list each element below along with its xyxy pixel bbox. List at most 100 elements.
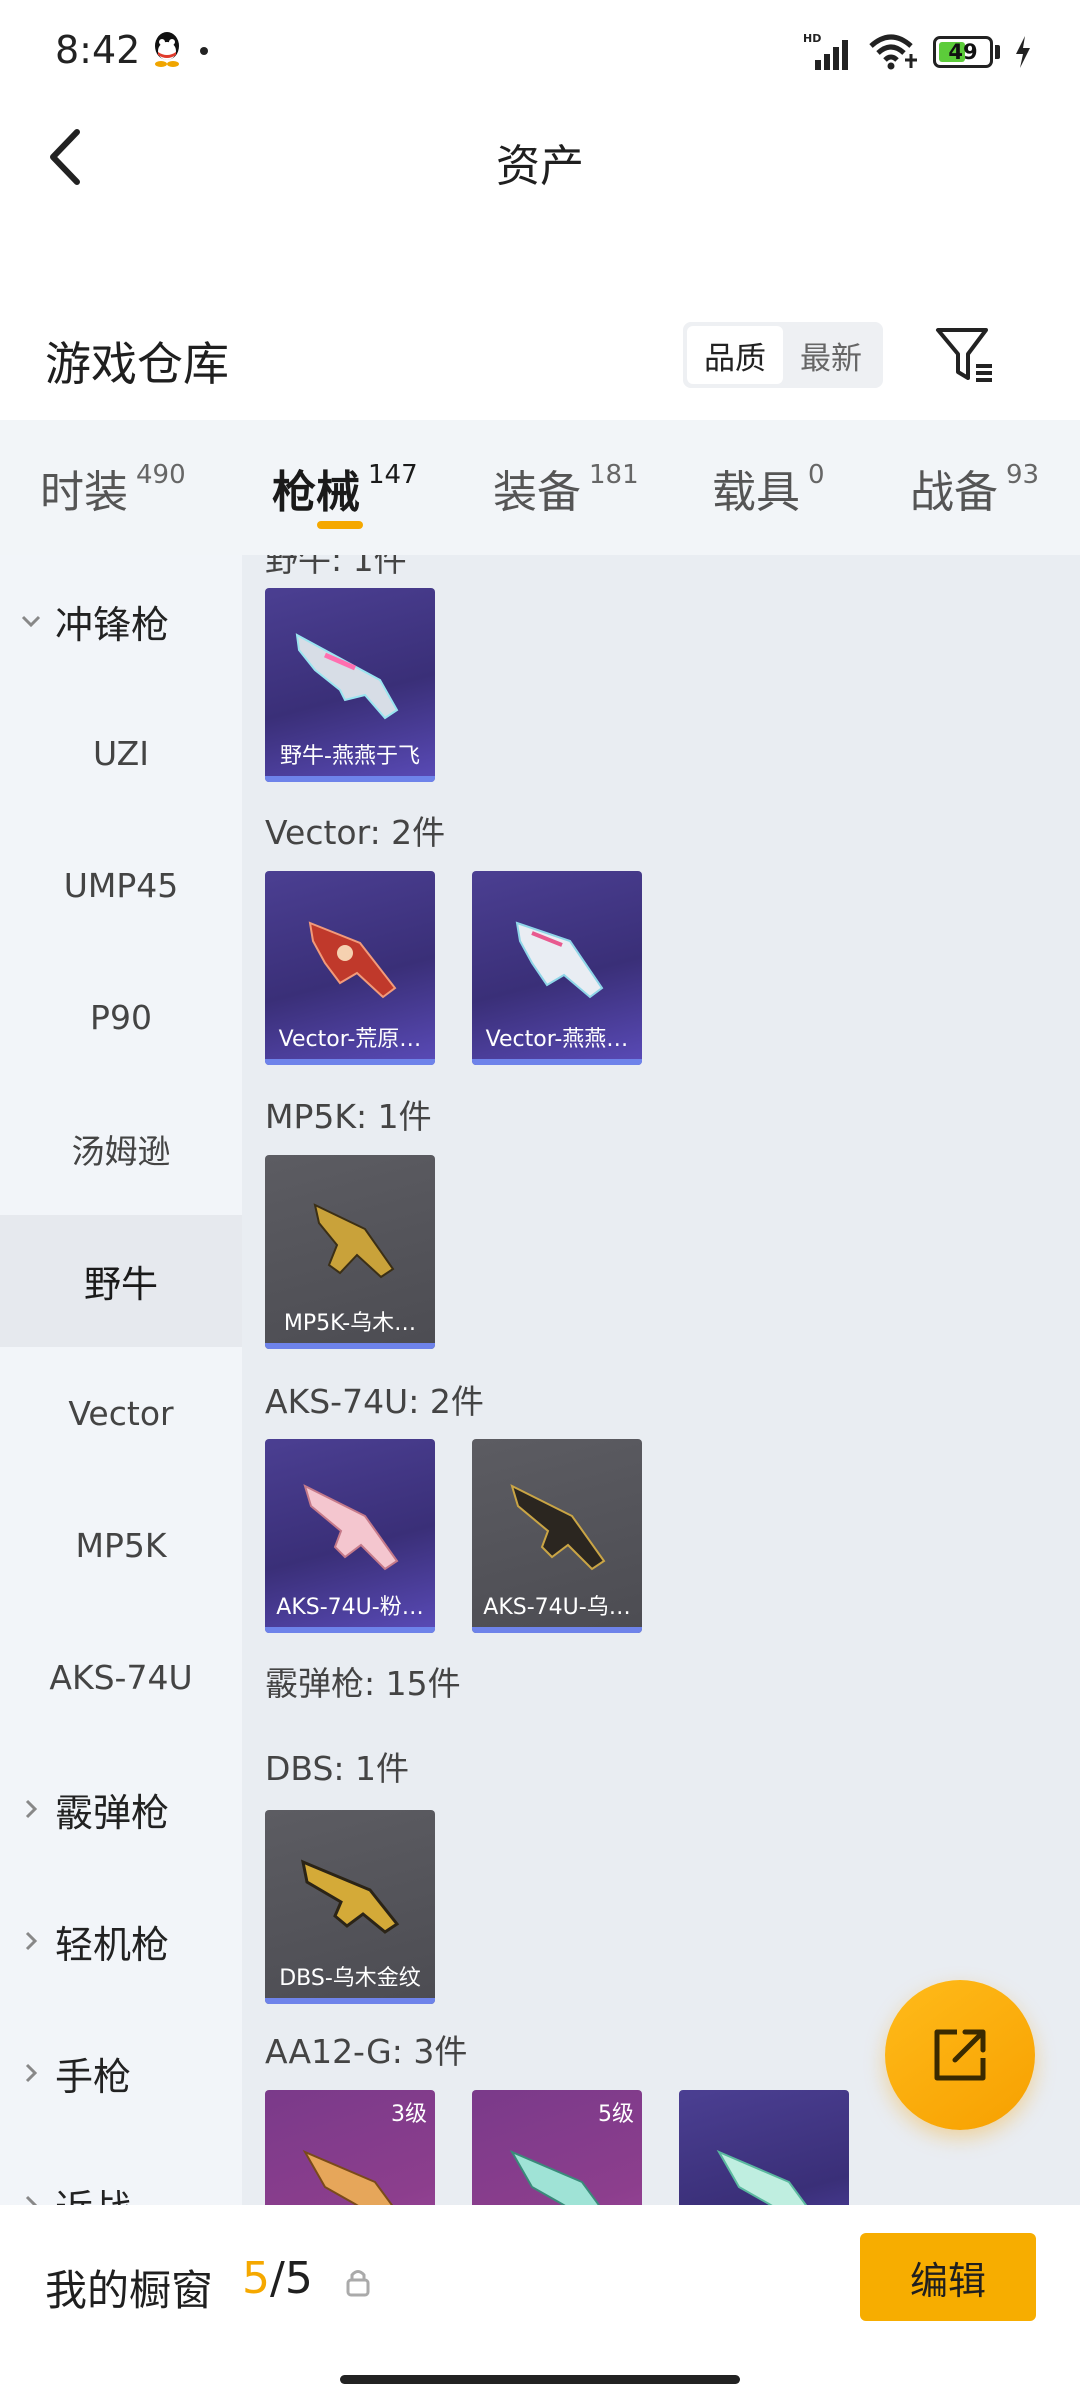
- weapon-card[interactable]: Vector-荒原…: [265, 871, 435, 1065]
- card-name: Vector-燕燕…: [485, 1027, 629, 1052]
- weapon-card[interactable]: MP5K-乌木…: [265, 1155, 435, 1349]
- tab-label: 载具: [712, 467, 800, 518]
- sidebar-group-label: 霰弹枪: [55, 1790, 170, 1835]
- tab-count: 0: [808, 460, 825, 490]
- weapon-card[interactable]: DBS-乌木金纹: [265, 1810, 435, 2004]
- page-title: 资产: [496, 141, 584, 192]
- weapon-card[interactable]: 5级: [472, 2090, 642, 2205]
- tab-supplies[interactable]: 战备 93: [910, 456, 1039, 520]
- nav-bar: 资产: [0, 100, 1080, 215]
- sidebar-group-label: 冲锋枪: [55, 602, 170, 647]
- tab-label: 战备: [910, 467, 998, 518]
- sidebar-item-thompson[interactable]: 汤姆逊: [0, 1083, 242, 1215]
- chevron-right-icon: [25, 1799, 38, 1819]
- share-button[interactable]: [885, 1980, 1035, 2130]
- svg-text:HD: HD: [803, 32, 821, 45]
- signal-icon: HD: [803, 32, 848, 70]
- status-icons: HD 49: [803, 30, 1032, 74]
- edit-button[interactable]: 编辑: [860, 2233, 1036, 2321]
- sort-newest-button[interactable]: 最新: [783, 326, 879, 384]
- gun-image: [313, 1203, 395, 1279]
- group-label-vector: Vector: 2件: [265, 813, 446, 852]
- card-rarity-bar: [472, 1059, 642, 1065]
- sidebar-group-shotgun[interactable]: 霰弹枪: [0, 1743, 242, 1875]
- battery-icon: 49: [933, 36, 993, 68]
- group-label-aa12g: AA12-G: 3件: [265, 2032, 468, 2071]
- tab-label: 装备: [493, 467, 581, 518]
- sidebar-group-melee[interactable]: 近战: [0, 2139, 242, 2205]
- card-rarity-bar: [265, 1998, 435, 2004]
- share-icon: [934, 2029, 986, 2081]
- sidebar-item-mp5k[interactable]: MP5K: [0, 1479, 242, 1611]
- battery-level: 49: [948, 40, 978, 64]
- card-rarity-bar: [265, 1627, 435, 1633]
- showcase-label: 我的橱窗: [45, 2266, 214, 2315]
- tab-count: 147: [368, 460, 418, 490]
- notification-dot: [200, 47, 208, 55]
- card-name: Vector-荒原…: [278, 1027, 422, 1052]
- filter-icon[interactable]: [930, 320, 1000, 390]
- wifi-icon: [869, 34, 917, 70]
- weapon-card[interactable]: [679, 2090, 849, 2205]
- showcase-bar: 我的橱窗 5/5 编辑: [0, 2205, 1080, 2400]
- chevron-right-icon: [25, 1931, 38, 1951]
- chevron-right-icon: [25, 2063, 38, 2083]
- gun-image: [509, 2149, 601, 2205]
- sidebar-group-lmg[interactable]: 轻机枪: [0, 1875, 242, 2007]
- card-rarity-bar: [265, 776, 435, 782]
- card-rarity-bar: [472, 1627, 642, 1633]
- weapon-card[interactable]: Vector-燕燕…: [472, 871, 642, 1065]
- section-title: 游戏仓库: [45, 337, 229, 391]
- group-label-mp5k: MP5K: 1件: [265, 1097, 432, 1136]
- lock-icon: [346, 2270, 370, 2297]
- chevron-down-icon: [21, 615, 41, 628]
- qq-icon: [155, 32, 179, 67]
- tab-fashion[interactable]: 时装 490: [40, 456, 186, 520]
- card-rarity-bar: [265, 1059, 435, 1065]
- weapon-card[interactable]: AKS-74U-粉…: [265, 1439, 435, 1633]
- card-name: MP5K-乌木…: [283, 1311, 417, 1336]
- sidebar-item-aks74u[interactable]: AKS-74U: [0, 1611, 242, 1743]
- sidebar-item-ump45[interactable]: UMP45: [0, 819, 242, 951]
- tab-label: 时装: [40, 467, 128, 518]
- sidebar-group-label: 近战: [55, 2178, 131, 2206]
- showcase-total: /5: [270, 2253, 313, 2304]
- showcase-current: 5: [242, 2253, 270, 2304]
- gun-image: [510, 1484, 606, 1571]
- gun-image: [295, 633, 399, 720]
- showcase-count: 5/5: [242, 2253, 313, 2304]
- sidebar-item-p90[interactable]: P90: [0, 951, 242, 1083]
- sidebar-group-smg[interactable]: 冲锋枪: [0, 555, 242, 687]
- tab-label: 枪械: [272, 467, 360, 518]
- weapon-grid: 野牛: 1件 野牛-燕燕于飞 Vector: 2件 Vector-荒原… Vec…: [242, 555, 1080, 2205]
- group-label-dbs: DBS: 1件: [265, 1749, 410, 1788]
- group-label-aks74u: AKS-74U: 2件: [265, 1382, 484, 1421]
- sidebar-item-bison[interactable]: 野牛: [0, 1215, 242, 1347]
- card-name: AKS-74U-乌…: [483, 1595, 631, 1620]
- active-tab-indicator: [317, 521, 363, 529]
- battery-cap: [995, 45, 1000, 59]
- sidebar-group-label: 手枪: [55, 2054, 132, 2099]
- sidebar-group-pistol[interactable]: 手枪: [0, 2007, 242, 2139]
- sidebar-group-label: 轻机枪: [55, 1922, 170, 1967]
- card-name: 野牛-燕燕于飞: [280, 744, 420, 769]
- gun-image: [300, 1859, 400, 1934]
- card-name: DBS-乌木金纹: [279, 1966, 421, 1991]
- tab-equipment[interactable]: 装备 181: [493, 456, 639, 520]
- sidebar-item-vector[interactable]: Vector: [0, 1347, 242, 1479]
- status-time: 8:42: [55, 28, 141, 72]
- sort-quality-button[interactable]: 品质: [687, 326, 783, 384]
- gun-image: [515, 921, 604, 999]
- weapon-card[interactable]: AKS-74U-乌…: [472, 1439, 642, 1633]
- gun-image: [302, 2149, 394, 2205]
- sidebar-item-uzi[interactable]: UZI: [0, 687, 242, 819]
- weapon-card[interactable]: 3级: [265, 2090, 435, 2205]
- warehouse-header: 游戏仓库 品质 最新: [0, 300, 1080, 420]
- weapon-card[interactable]: 野牛-燕燕于飞: [265, 588, 435, 782]
- tab-guns[interactable]: 枪械 147: [272, 456, 418, 520]
- tab-count: 181: [589, 460, 639, 490]
- status-bar: 8:42 HD 49: [0, 0, 1080, 100]
- home-indicator[interactable]: [340, 2375, 740, 2384]
- tab-vehicles[interactable]: 载具 0: [712, 456, 825, 520]
- tab-count: 93: [1006, 460, 1040, 490]
